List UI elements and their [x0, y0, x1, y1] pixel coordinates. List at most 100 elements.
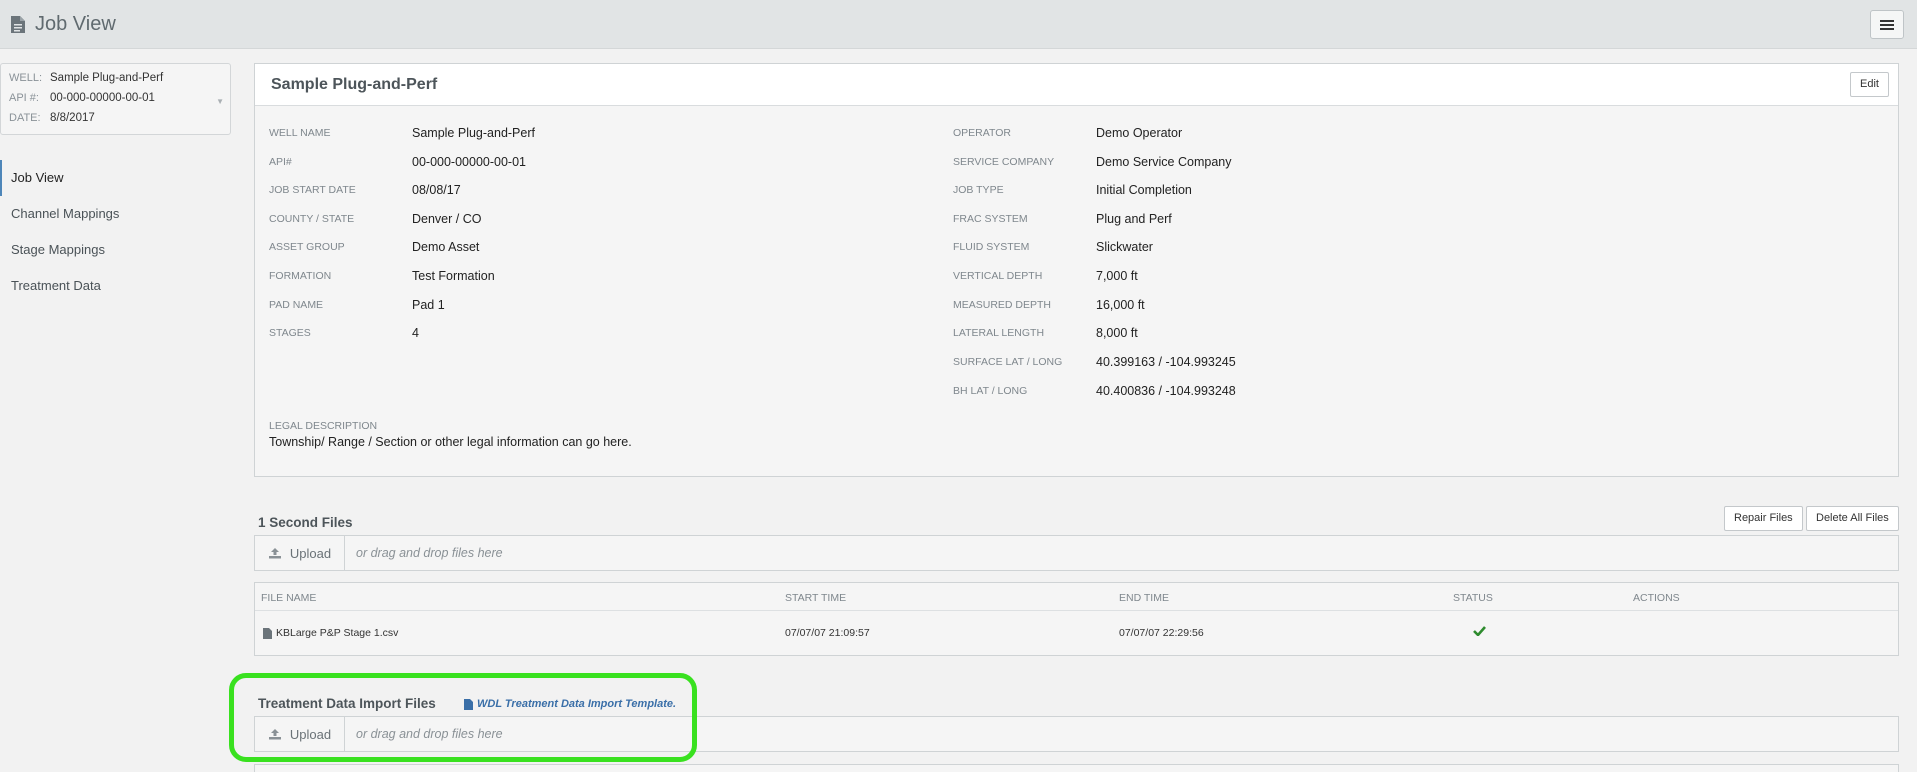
field-label: PAD NAME: [269, 299, 324, 311]
hamburger-menu-button[interactable]: [1870, 10, 1904, 39]
api-label: API #:: [9, 92, 39, 104]
second-files-title: 1 Second Files: [258, 515, 353, 530]
date-value: 8/8/2017: [50, 112, 95, 124]
job-details-panel: Sample Plug-and-Perf Edit WELL NAME Sampl…: [254, 63, 1899, 477]
field-bh-lat-long: BH LAT / LONG 40.400836 / -104.993248: [953, 383, 1236, 399]
field-value: Initial Completion: [1096, 183, 1192, 197]
second-files-table: FILE NAME START TIME END TIME STATUS ACT…: [254, 582, 1899, 656]
file-name: KBLarge P&P Stage 1.csv: [276, 627, 399, 639]
template-download-link[interactable]: WDL Treatment Data Import Template.: [464, 698, 676, 710]
field-service-company: SERVICE COMPANY Demo Service Company: [953, 154, 1231, 170]
field-vertical-depth: VERTICAL DEPTH 7,000 ft: [953, 268, 1138, 284]
delete-all-files-button[interactable]: Delete All Files: [1806, 506, 1899, 531]
field-label: MEASURED DEPTH: [953, 299, 1052, 311]
field-label: FRAC SYSTEM: [953, 213, 1028, 225]
field-pad-name: PAD NAME Pad 1: [269, 297, 445, 313]
upload-icon: [268, 548, 281, 559]
field-label: FORMATION: [269, 270, 332, 282]
treatment-files-table: [254, 764, 1899, 772]
upload-label: Upload: [289, 545, 332, 561]
sidebar-item-treatment-data[interactable]: Treatment Data: [0, 268, 240, 304]
job-panel-header: Sample Plug-and-Perf Edit: [255, 64, 1898, 106]
api-value: 00-000-00000-00-01: [50, 92, 155, 104]
sidebar-item-stage-mappings[interactable]: Stage Mappings: [0, 232, 240, 268]
field-value: Denver / CO: [412, 212, 482, 226]
repair-files-button[interactable]: Repair Files: [1724, 506, 1803, 531]
field-value: Demo Operator: [1096, 126, 1183, 140]
field-label: FLUID SYSTEM: [953, 241, 1030, 253]
file-icon: [263, 627, 272, 639]
field-value: Demo Asset: [412, 240, 480, 254]
field-job-type: JOB TYPE Initial Completion: [953, 182, 1192, 198]
second-files-upload-bar: Upload or drag and drop files here: [254, 535, 1899, 571]
drop-zone-placeholder[interactable]: or drag and drop files here: [356, 546, 503, 560]
legal-description-value: Township/ Range / Section or other legal…: [269, 435, 632, 449]
field-lateral-length: LATERAL LENGTH 8,000 ft: [953, 325, 1138, 341]
field-value: 7,000 ft: [1096, 269, 1138, 283]
drop-zone-placeholder[interactable]: or drag and drop files here: [356, 727, 503, 741]
page-title: Job View: [35, 13, 116, 35]
well-selector[interactable]: WELL: Sample Plug-and-Perf API #: 00-000…: [0, 63, 231, 135]
field-value: 8,000 ft: [1096, 326, 1138, 340]
column-header-status[interactable]: STATUS: [1453, 592, 1493, 604]
top-bar: Job View: [0, 0, 1917, 49]
field-value: 4: [412, 326, 419, 340]
field-label: SERVICE COMPANY: [953, 156, 1055, 168]
field-label: COUNTY / STATE: [269, 213, 355, 225]
column-header-start-time[interactable]: START TIME: [785, 592, 846, 604]
field-api: API# 00-000-00000-00-01: [269, 154, 526, 170]
well-value: Sample Plug-and-Perf: [50, 72, 164, 84]
field-value: 00-000-00000-00-01: [412, 155, 526, 169]
upload-button[interactable]: Upload: [255, 536, 345, 570]
field-fluid-system: FLUID SYSTEM Slickwater: [953, 239, 1153, 255]
field-asset-group: ASSET GROUP Demo Asset: [269, 239, 479, 255]
field-county-state: COUNTY / STATE Denver / CO: [269, 211, 481, 227]
well-row: WELL: Sample Plug-and-Perf: [9, 72, 163, 84]
field-measured-depth: MEASURED DEPTH 16,000 ft: [953, 297, 1145, 313]
field-surface-lat-long: SURFACE LAT / LONG 40.399163 / -104.99324…: [953, 354, 1236, 370]
edit-button[interactable]: Edit: [1850, 72, 1889, 97]
table-divider: [255, 610, 1898, 611]
field-value: 08/08/17: [412, 183, 461, 197]
field-value: Test Formation: [412, 269, 495, 283]
field-value: 16,000 ft: [1096, 298, 1145, 312]
end-time-cell: 07/07/07 22:29:56: [1119, 627, 1204, 639]
field-stages: STAGES 4: [269, 325, 419, 341]
field-well-name: WELL NAME Sample Plug-and-Perf: [269, 125, 535, 141]
treatment-files-title: Treatment Data Import Files: [258, 696, 436, 711]
job-title: Sample Plug-and-Perf: [271, 76, 438, 93]
document-icon: [11, 16, 25, 33]
field-label: WELL NAME: [269, 127, 331, 139]
treatment-files-upload-bar: Upload or drag and drop files here: [254, 716, 1899, 752]
field-value: Plug and Perf: [1096, 212, 1172, 226]
field-value: Demo Service Company: [1096, 155, 1232, 169]
page-header: Job View: [10, 13, 116, 36]
hamburger-icon: [1880, 19, 1894, 30]
start-time-cell: 07/07/07 21:09:57: [785, 627, 870, 639]
date-row: DATE: 8/8/2017: [9, 112, 95, 124]
field-formation: FORMATION Test Formation: [269, 268, 495, 284]
upload-icon: [268, 729, 281, 740]
field-label: BH LAT / LONG: [953, 385, 1028, 397]
upload-label: Upload: [289, 726, 332, 742]
field-label: SURFACE LAT / LONG: [953, 356, 1063, 368]
file-name-cell[interactable]: KBLarge P&P Stage 1.csv: [263, 627, 398, 639]
sidebar-item-channel-mappings[interactable]: Channel Mappings: [0, 196, 240, 232]
field-label: JOB TYPE: [953, 184, 1004, 196]
api-row: API #: 00-000-00000-00-01: [9, 92, 155, 104]
column-header-file-name[interactable]: FILE NAME: [261, 592, 316, 604]
file-icon: [464, 698, 473, 710]
field-label: ASSET GROUP: [269, 241, 345, 253]
field-value: Pad 1: [412, 298, 445, 312]
chevron-down-icon: ▼: [216, 97, 224, 106]
field-label: OPERATOR: [953, 127, 1011, 139]
field-label: VERTICAL DEPTH: [953, 270, 1043, 282]
sidebar-item-job-view[interactable]: Job View: [0, 160, 240, 196]
field-value: Slickwater: [1096, 240, 1153, 254]
field-label: API#: [269, 156, 292, 168]
legal-description-label: LEGAL DESCRIPTION: [269, 420, 378, 432]
well-label: WELL:: [9, 72, 43, 84]
field-operator: OPERATOR Demo Operator: [953, 125, 1182, 141]
upload-button[interactable]: Upload: [255, 717, 345, 751]
column-header-end-time[interactable]: END TIME: [1119, 592, 1169, 604]
